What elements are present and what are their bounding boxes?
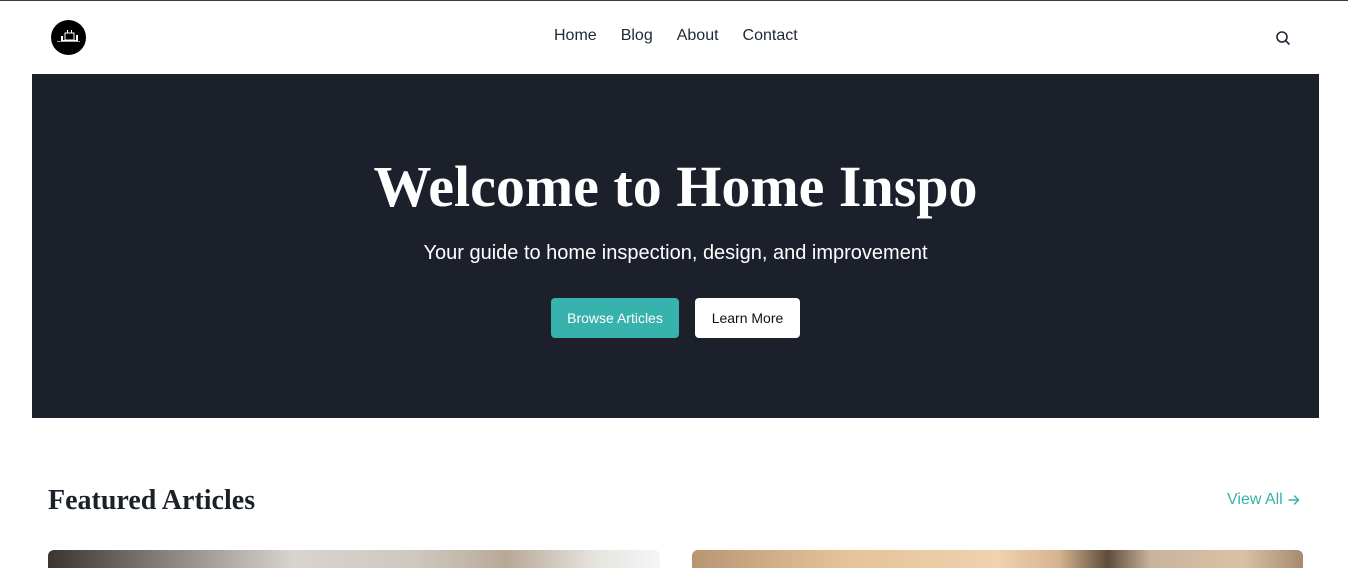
hero-section: Welcome to Home Inspo Your guide to home…	[32, 74, 1319, 418]
view-all-label: View All	[1227, 491, 1283, 508]
article-card-image[interactable]	[692, 550, 1303, 568]
arrow-right-icon	[1287, 495, 1299, 505]
nav-contact-link[interactable]: Contact	[743, 26, 798, 46]
page: Home Blog About Contact Welcome to Home …	[0, 0, 1348, 568]
hero-subtitle: Your guide to home inspection, design, a…	[423, 242, 928, 264]
learn-more-button[interactable]: Learn More	[695, 298, 800, 338]
nav-about-link[interactable]: About	[677, 26, 719, 46]
hero-actions: Browse Articles Learn More	[551, 298, 800, 338]
site-header: Home Blog About Contact	[0, 1, 1348, 73]
article-card-image[interactable]	[48, 550, 660, 568]
nav-home-link[interactable]: Home	[554, 26, 597, 46]
main-nav: Home Blog About Contact	[554, 26, 798, 46]
search-icon	[1276, 31, 1290, 45]
home-logo-icon[interactable]	[51, 20, 86, 55]
view-all-link[interactable]: View All	[1227, 490, 1301, 510]
nav-blog-link[interactable]: Blog	[621, 26, 653, 46]
hero-title: Welcome to Home Inspo	[373, 154, 978, 219]
search-button[interactable]	[1274, 29, 1292, 47]
browse-articles-button[interactable]: Browse Articles	[551, 298, 679, 338]
featured-articles-heading: Featured Articles	[48, 485, 256, 516]
